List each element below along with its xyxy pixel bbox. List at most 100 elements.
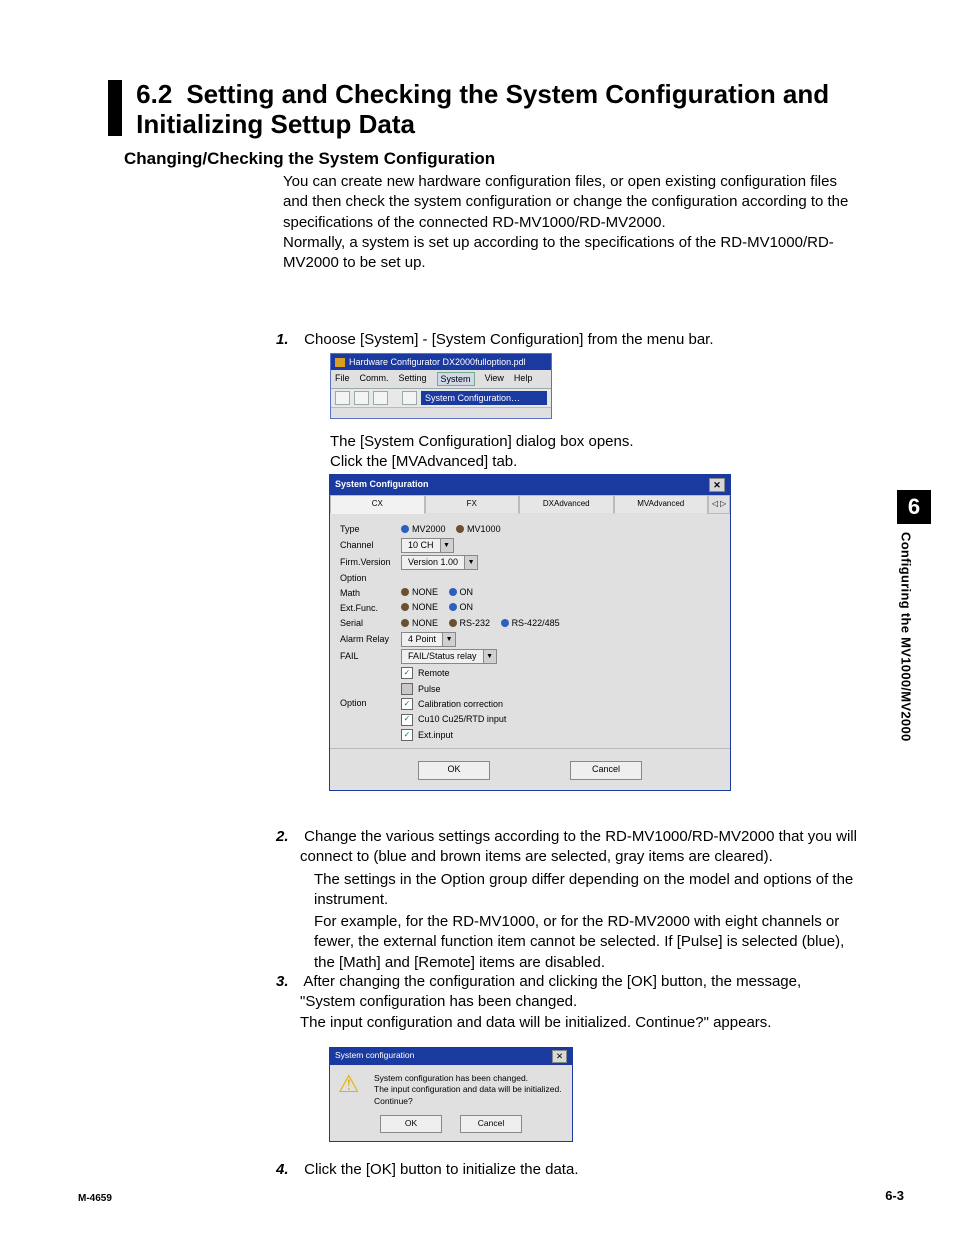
radio-serial-none[interactable]: NONE: [401, 617, 438, 629]
step-3-number: 3.: [276, 972, 300, 992]
step-3-a: After changing the configuration and cli…: [300, 973, 801, 1010]
chevron-down-icon: ▼: [464, 556, 477, 569]
label-channel: Channel: [340, 537, 400, 554]
radio-dot-icon: [501, 619, 509, 627]
checkbox-cu10[interactable]: ✓Cu10 Cu25/RTD input: [401, 713, 506, 725]
label-fail: FAIL: [340, 648, 400, 665]
section-heading: 6.2Setting and Checking the System Confi…: [108, 80, 888, 140]
checkbox-extinput[interactable]: ✓Ext.input: [401, 729, 453, 741]
tab-nav-arrows[interactable]: ◁▷: [708, 495, 730, 514]
tab-cx[interactable]: CX: [330, 495, 425, 514]
menu-help[interactable]: Help: [514, 372, 533, 386]
after-sc1-a: The [System Configuration] dialog box op…: [330, 432, 850, 452]
radio-dot-icon: [456, 525, 464, 533]
close-icon[interactable]: ✕: [552, 1050, 567, 1063]
step-2-b: The settings in the Option group differ …: [314, 870, 860, 911]
chevron-down-icon: ▼: [483, 650, 496, 663]
ok-button[interactable]: OK: [380, 1115, 442, 1133]
ok-button[interactable]: OK: [418, 761, 490, 780]
cut-icon[interactable]: [402, 391, 417, 405]
step-4-number: 4.: [276, 1160, 300, 1180]
label-math: Math: [340, 585, 400, 600]
checkbox-remote[interactable]: ✓Remote: [401, 667, 450, 679]
screenshot-menubar: Hardware Configurator DX2000fulloption.p…: [330, 353, 552, 419]
chapter-number: 6: [897, 490, 931, 524]
system-configuration-menuitem[interactable]: System Configuration…: [421, 391, 547, 405]
save-icon[interactable]: [373, 391, 388, 405]
radio-dot-icon: [401, 603, 409, 611]
menu-view[interactable]: View: [485, 372, 504, 386]
radio-ext-on[interactable]: ON: [449, 601, 474, 613]
tab-dxadvanced[interactable]: DXAdvanced: [519, 495, 614, 514]
radio-math-on[interactable]: ON: [449, 586, 474, 598]
cancel-button[interactable]: Cancel: [570, 761, 642, 780]
screenshot-confirm-dialog: System configuration ✕ System configurat…: [329, 1047, 573, 1142]
warning-icon: [338, 1073, 364, 1097]
label-alarm: Alarm Relay: [340, 631, 400, 648]
toolbar: System Configuration…: [331, 389, 551, 407]
close-icon[interactable]: ✕: [709, 478, 725, 492]
radio-math-none[interactable]: NONE: [401, 586, 438, 598]
confirm-titlebar: System configuration ✕: [330, 1048, 572, 1065]
label-option2: Option: [340, 696, 400, 711]
tab-mvadvanced[interactable]: MVAdvanced: [614, 495, 709, 514]
arrow-left-icon: ◁: [712, 499, 718, 510]
menu-file[interactable]: File: [335, 372, 350, 386]
statusbar: [331, 407, 551, 418]
label-extfunc: Ext.Func.: [340, 600, 400, 615]
radio-mv2000[interactable]: MV2000: [401, 523, 446, 535]
radio-dot-icon: [401, 525, 409, 533]
subheading: Changing/Checking the System Configurati…: [124, 148, 495, 171]
dropdown-channel[interactable]: 10 CH▼: [401, 538, 454, 553]
new-icon[interactable]: [335, 391, 350, 405]
label-serial: Serial: [340, 616, 400, 631]
step-2-a: Change the various settings according to…: [300, 828, 857, 865]
footer-right: 6-3: [885, 1187, 904, 1205]
label-firmversion: Firm.Version: [340, 554, 400, 571]
dropdown-fail[interactable]: FAIL/Status relay▼: [401, 649, 497, 664]
heading-bar-icon: [108, 80, 122, 136]
app-titlebar: Hardware Configurator DX2000fulloption.p…: [331, 354, 551, 370]
check-icon: ✓: [401, 714, 413, 726]
menu-system[interactable]: System: [437, 372, 475, 386]
label-type: Type: [340, 522, 400, 537]
radio-dot-icon: [401, 588, 409, 596]
check-icon: ✓: [401, 683, 413, 695]
app-icon: [335, 358, 345, 367]
radio-serial-422[interactable]: RS-422/485: [501, 617, 560, 629]
dropdown-firmversion[interactable]: Version 1.00▼: [401, 555, 478, 570]
step-3: 3. After changing the configuration and …: [300, 972, 860, 1033]
tabs: CX FX DXAdvanced MVAdvanced ◁▷: [330, 495, 730, 514]
step-2-c: For example, for the RD-MV1000, or for t…: [314, 912, 860, 973]
step-1: 1. Choose [System] - [System Configurati…: [300, 330, 860, 350]
footer-left: M-4659: [78, 1192, 112, 1206]
radio-serial-232[interactable]: RS-232: [449, 617, 491, 629]
menu-setting[interactable]: Setting: [399, 372, 427, 386]
radio-dot-icon: [449, 603, 457, 611]
label-option: Option: [340, 571, 400, 585]
tab-fx[interactable]: FX: [425, 495, 520, 514]
open-icon[interactable]: [354, 391, 369, 405]
dropdown-alarm[interactable]: 4 Point▼: [401, 632, 456, 647]
app-title: Hardware Configurator DX2000fulloption.p…: [349, 356, 526, 368]
checkbox-pulse[interactable]: ✓Pulse: [401, 683, 441, 695]
checkbox-calibration[interactable]: ✓Calibration correction: [401, 698, 503, 710]
radio-mv1000[interactable]: MV1000: [456, 523, 501, 535]
arrow-right-icon: ▷: [720, 499, 726, 510]
step-1-text: Choose [System] - [System Configuration]…: [304, 331, 713, 348]
radio-dot-icon: [449, 619, 457, 627]
chevron-down-icon: ▼: [440, 539, 453, 552]
heading-number: 6.2: [136, 79, 172, 109]
menu-comm[interactable]: Comm.: [360, 372, 389, 386]
cancel-button[interactable]: Cancel: [460, 1115, 522, 1133]
intro-paragraph: You can create new hardware configuratio…: [283, 172, 863, 273]
dialog-titlebar: System Configuration ✕: [330, 475, 730, 495]
step-2: 2. Change the various settings according…: [300, 827, 860, 973]
radio-ext-none[interactable]: NONE: [401, 601, 438, 613]
confirm-message: System configuration has been changed. T…: [374, 1073, 562, 1107]
check-icon: ✓: [401, 698, 413, 710]
side-chapter-tab: 6 Configuring the MV1000/MV2000: [897, 490, 931, 742]
screenshot-system-configuration: System Configuration ✕ CX FX DXAdvanced …: [329, 474, 731, 791]
step-1-number: 1.: [276, 330, 300, 350]
heading-title: Setting and Checking the System Configur…: [136, 79, 829, 139]
